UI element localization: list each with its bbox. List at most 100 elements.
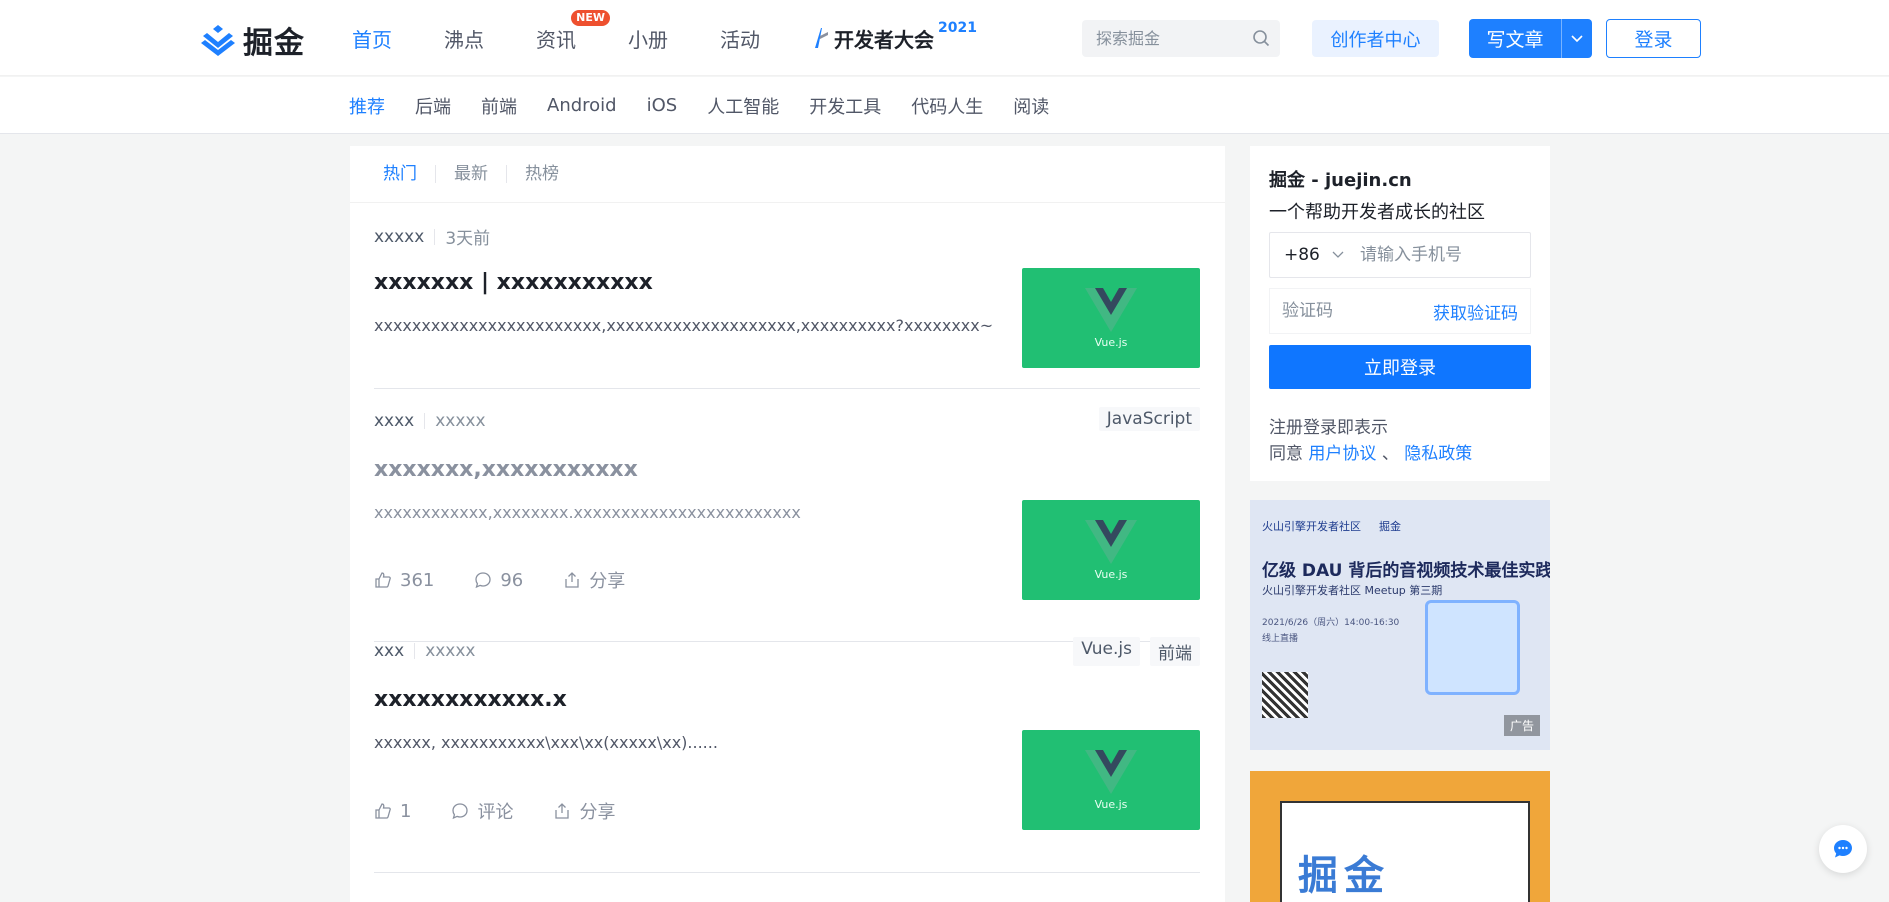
category-frontend[interactable]: 前端 xyxy=(481,93,517,119)
write-article-dropdown[interactable] xyxy=(1561,19,1592,58)
agreement-line-1: 注册登录即表示 xyxy=(1269,418,1388,438)
phone-input[interactable] xyxy=(1360,245,1520,265)
nav-home[interactable]: 首页 xyxy=(352,24,392,53)
like-action[interactable]: 1 xyxy=(374,801,411,822)
article-meta: xxxx xxxxx xyxy=(374,411,486,431)
thumbnail-label: Vue.js xyxy=(1094,797,1128,811)
article-meta: xxx xxxxx xyxy=(374,641,476,661)
article-author[interactable]: xxxxx xyxy=(374,227,424,247)
article-tag[interactable]: 前端 xyxy=(1150,637,1200,666)
conference-year: 2021 xyxy=(938,20,977,36)
share-action[interactable]: 分享 xyxy=(563,567,625,593)
comment-action[interactable]: 评论 xyxy=(451,798,513,824)
search-box[interactable] xyxy=(1082,20,1280,57)
nav-events[interactable]: 活动 xyxy=(720,24,760,53)
juejin-logo[interactable]: 掘金 xyxy=(199,18,305,62)
ad-live: 线上直播 xyxy=(1262,634,1299,644)
like-action[interactable]: 361 xyxy=(374,570,434,591)
thumbnail-label: Vue.js xyxy=(1094,335,1128,349)
article-author[interactable]: xxxx xyxy=(374,411,414,431)
category-ai[interactable]: 人工智能 xyxy=(707,93,779,119)
ad-brands: 火山引擎开发者社区 掘金 xyxy=(1262,518,1401,534)
category-code-life[interactable]: 代码人生 xyxy=(911,93,983,119)
comment-icon xyxy=(452,803,469,820)
main-nav: 首页 沸点 资讯 NEW 小册 活动 开发者大会 2021 xyxy=(352,0,1029,76)
article-item[interactable]: xxxx xxxxx JavaScript xxxxxxx,xxxxxxxxxx… xyxy=(374,407,1200,642)
article-time: 3天前 xyxy=(445,229,491,249)
category-recommend[interactable]: 推荐 xyxy=(349,93,385,119)
chat-button[interactable] xyxy=(1819,825,1867,873)
nav-dev-conference[interactable]: 开发者大会 2021 xyxy=(812,20,977,53)
vue-logo-icon xyxy=(1085,287,1137,332)
verification-code-input[interactable] xyxy=(1282,301,1402,321)
chat-icon xyxy=(1834,840,1852,858)
tab-hot[interactable]: 热门 xyxy=(383,165,436,183)
login-submit-button[interactable]: 立即登录 xyxy=(1269,345,1531,389)
article-title[interactable]: xxxxxxxxxxxx.x xyxy=(374,687,567,712)
article-abstract[interactable]: xxxxxxxxxxxxxxxxxxxxxxxx,xxxxxxxxxxxxxxx… xyxy=(374,316,993,335)
article-tags: JavaScript xyxy=(1098,407,1200,431)
thumbnail-label: Vue.js xyxy=(1094,567,1128,581)
chevron-down-icon xyxy=(1571,34,1583,42)
search-input[interactable] xyxy=(1096,29,1246,48)
category-ios[interactable]: iOS xyxy=(647,95,678,116)
privacy-policy-link[interactable]: 隐私政策 xyxy=(1404,444,1472,464)
ad-badge: 广告 xyxy=(1503,715,1540,736)
article-tag[interactable]: Vue.js xyxy=(1073,637,1140,666)
verification-code-field: 获取验证码 xyxy=(1269,288,1531,334)
agreement-prefix: 同意 xyxy=(1269,444,1303,464)
article-item[interactable]: xxxxx 3天前 xxxxxxx | xxxxxxxxxxx xxxxxxxx… xyxy=(374,224,1200,389)
country-code-select[interactable]: +86 xyxy=(1270,245,1360,265)
login-card: 掘金 - juejin.cn 一个帮助开发者成长的社区 +86 获取验证码 立即… xyxy=(1250,146,1550,481)
share-icon xyxy=(565,572,579,588)
category-dev-tools[interactable]: 开发工具 xyxy=(809,93,881,119)
nav-pins[interactable]: 沸点 xyxy=(444,24,484,53)
write-article-button[interactable]: 写文章 xyxy=(1469,19,1592,58)
share-label: 分享 xyxy=(579,802,616,823)
article-tag[interactable]: JavaScript xyxy=(1098,407,1200,431)
conference-label: 开发者大会 xyxy=(834,27,934,52)
write-article-label[interactable]: 写文章 xyxy=(1469,25,1561,52)
login-button[interactable]: 登录 xyxy=(1606,19,1701,58)
article-title[interactable]: xxxxxxx,xxxxxxxxxxx xyxy=(374,457,638,482)
get-code-button[interactable]: 获取验证码 xyxy=(1433,299,1518,324)
agreement-separator: 、 xyxy=(1381,444,1399,464)
share-label: 分享 xyxy=(589,571,626,592)
article-abstract[interactable]: xxxxxx, xxxxxxxxxxx\xxx\xx(xxxxx\xx)....… xyxy=(374,733,718,752)
article-item[interactable]: xxx xxxxx Vue.js 前端 xxxxxxxxxxxx.x xxxxx… xyxy=(374,637,1200,873)
article-actions: 361 96 分享 xyxy=(374,567,625,593)
meta-divider xyxy=(424,413,426,429)
category-android[interactable]: Android xyxy=(547,95,617,116)
share-action[interactable]: 分享 xyxy=(553,798,615,824)
article-abstract[interactable]: xxxxxxxxxxxx,xxxxxxxx.xxxxxxxxxxxxxxxxxx… xyxy=(374,503,801,522)
comment-action[interactable]: 96 xyxy=(474,570,523,591)
login-card-subtitle: 一个帮助开发者成长的社区 xyxy=(1269,202,1485,223)
meetup-ad-banner[interactable]: 火山引擎开发者社区 掘金 亿级 DAU 背后的音视频技术最佳实践 火山引擎开发者… xyxy=(1250,500,1550,750)
tab-ranking[interactable]: 热榜 xyxy=(507,165,577,183)
logo-text: 掘金 xyxy=(243,26,305,61)
article-thumbnail[interactable]: Vue.js xyxy=(1022,730,1200,830)
article-thumbnail[interactable]: Vue.js xyxy=(1022,268,1200,368)
user-agreement-link[interactable]: 用户协议 xyxy=(1308,444,1376,464)
tab-latest[interactable]: 最新 xyxy=(436,165,507,183)
top-header: 掘金 首页 沸点 资讯 NEW 小册 活动 开发者大会 2021 创作者中心 写… xyxy=(0,0,1889,76)
article-author[interactable]: xxx xyxy=(374,641,404,661)
ad2-text: 掘金 xyxy=(1298,853,1390,899)
category-backend[interactable]: 后端 xyxy=(415,93,451,119)
like-icon xyxy=(375,572,391,588)
feed-tabs: 热门 最新 热榜 xyxy=(350,146,1225,203)
category-nav: 推荐 后端 前端 Android iOS 人工智能 开发工具 代码人生 阅读 xyxy=(0,77,1889,134)
category-reading[interactable]: 阅读 xyxy=(1013,93,1049,119)
article-thumbnail[interactable]: Vue.js xyxy=(1022,500,1200,600)
article-meta: xxxxx 3天前 xyxy=(374,224,491,250)
juejin-book-ad-banner[interactable]: 掘金 xyxy=(1250,771,1550,902)
nav-books[interactable]: 小册 xyxy=(628,24,668,53)
ad-subline: 火山引擎开发者社区 Meetup 第三期 xyxy=(1262,584,1443,597)
nav-news[interactable]: 资讯 NEW xyxy=(536,9,610,53)
article-actions: 1 评论 分享 xyxy=(374,798,615,824)
agreement-line-2: 同意 用户协议 、 隐私政策 xyxy=(1269,441,1531,467)
qr-code-image xyxy=(1262,672,1308,718)
article-title[interactable]: xxxxxxx | xxxxxxxxxxx xyxy=(374,270,653,295)
creator-center-button[interactable]: 创作者中心 xyxy=(1312,20,1439,57)
search-icon[interactable] xyxy=(1252,29,1270,47)
